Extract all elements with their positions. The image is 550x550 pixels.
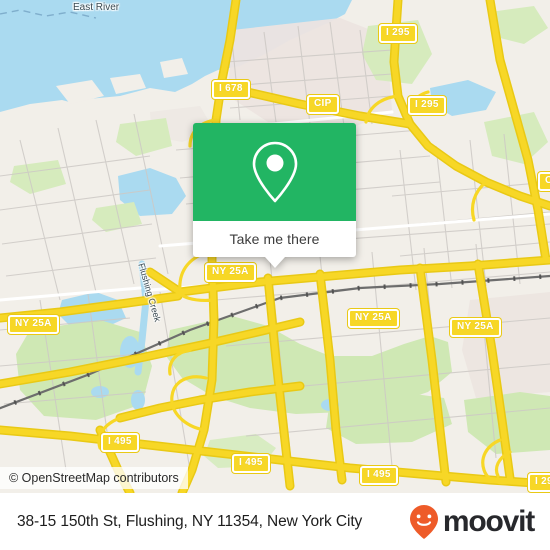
shield-i29-corner: I 29 — [528, 473, 550, 492]
map-canvas[interactable]: East River Flushing Creek I 295 I 678 CI… — [0, 0, 550, 493]
shield-i295-east: I 295 — [408, 96, 446, 115]
popup-header — [193, 123, 356, 221]
shield-cip: CIP — [307, 95, 339, 114]
screenshot-root: East River Flushing Creek I 295 I 678 CI… — [0, 0, 550, 550]
moovit-logo[interactable]: moovit — [409, 504, 535, 540]
shield-ny25a-mid: NY 25A — [348, 309, 399, 328]
shield-ny25a-west: NY 25A — [8, 315, 59, 334]
shield-i495-west: I 495 — [101, 433, 139, 452]
shield-i495-center: I 495 — [232, 454, 270, 473]
moovit-pin-icon — [409, 504, 438, 539]
address-label: 38-15 150th St, Flushing, NY 11354, New … — [17, 512, 363, 530]
shield-ny25a-east: NY 25A — [450, 318, 501, 337]
footer-bar: 38-15 150th St, Flushing, NY 11354, New … — [0, 493, 550, 550]
shield-i495-east: I 495 — [360, 466, 398, 485]
take-me-there-label: Take me there — [229, 231, 320, 247]
shield-c-right-edge: C — [538, 172, 550, 191]
location-popup-card[interactable]: Take me there — [193, 123, 356, 268]
shield-ny25a-center: NY 25A — [205, 263, 256, 282]
popup-pointer — [264, 257, 285, 268]
map-label-east-river: East River — [73, 2, 120, 13]
shield-i295-north: I 295 — [379, 24, 417, 43]
map-pin-icon — [252, 141, 297, 203]
take-me-there-button[interactable]: Take me there — [193, 221, 356, 257]
shield-i678: I 678 — [212, 80, 250, 99]
moovit-wordmark: moovit — [442, 504, 535, 538]
osm-attribution[interactable]: © OpenStreetMap contributors — [0, 467, 188, 489]
